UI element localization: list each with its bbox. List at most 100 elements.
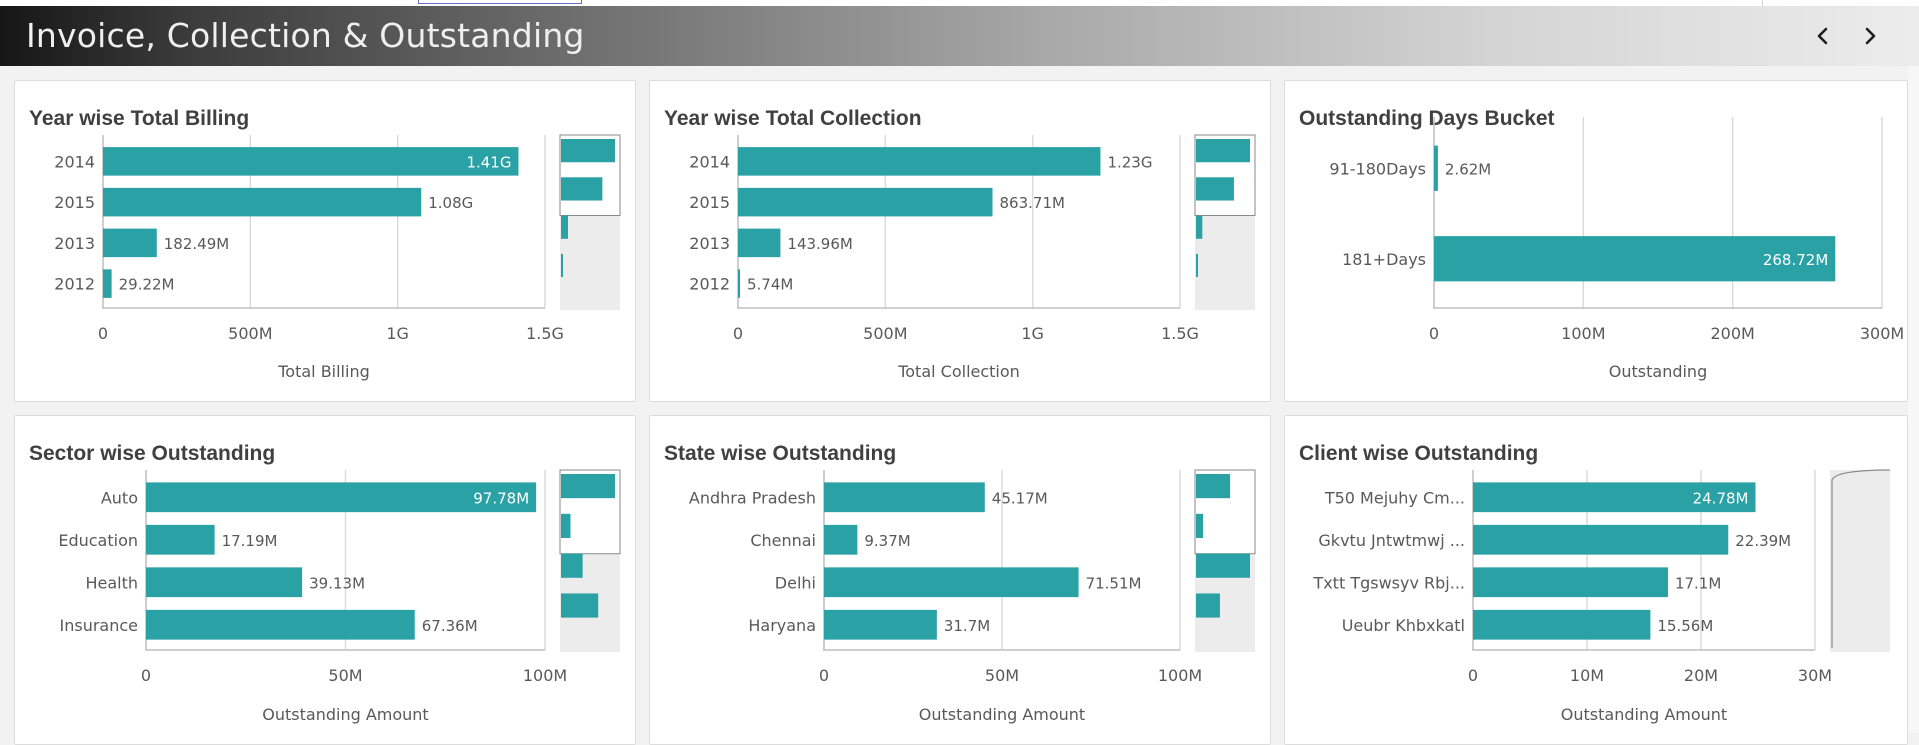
minichart-bar: [1196, 253, 1198, 278]
bar: [146, 524, 215, 555]
x-axis-title: Outstanding Amount: [1561, 705, 1727, 724]
chevron-right-icon: [1865, 27, 1876, 45]
value-label: 1.23G: [1107, 153, 1152, 171]
bar-chart: 0 500M 1G 1.5G 2014 1.41G 2015 1.08G 2013 182.49M…: [54, 134, 621, 381]
sheet-header: Invoice, Collection & Outstanding: [0, 6, 1919, 66]
x-tick-label: 500M: [863, 324, 907, 343]
bar: [1473, 609, 1651, 640]
minichart-bar: [1196, 553, 1250, 578]
bar: [103, 147, 519, 176]
x-axis-title: Total Collection: [897, 362, 1020, 381]
category-label: Health: [85, 573, 138, 592]
minichart-bar: [561, 177, 603, 201]
x-tick-label: 50M: [328, 666, 362, 685]
x-tick-label: 1.5G: [526, 324, 564, 343]
x-tick-label: 1G: [386, 324, 409, 343]
value-label: 143.96M: [787, 235, 852, 253]
category-label: Education: [58, 531, 138, 550]
minichart-window: [1830, 470, 1890, 652]
bar: [103, 187, 422, 217]
x-axis-title: Outstanding: [1609, 362, 1707, 381]
bar: [738, 147, 1101, 176]
minichart-bar: [561, 513, 571, 538]
previous-sheet-button[interactable]: [1805, 18, 1841, 54]
value-label: 1.08G: [428, 194, 473, 212]
category-label: 2015: [689, 193, 730, 212]
bar-chart: 0 100M 200M 300M 91-180Days 2.62M 181+Days 268.…: [1329, 117, 1904, 381]
x-tick-label: 100M: [523, 666, 567, 685]
minichart-bar: [1196, 139, 1250, 163]
value-label: 31.7M: [944, 617, 990, 635]
bar: [738, 228, 781, 258]
bar: [1473, 567, 1668, 598]
minichart-bar: [1196, 474, 1231, 499]
chevron-left-icon: [1817, 27, 1828, 45]
x-tick-label: 20M: [1684, 666, 1718, 685]
x-tick-label: 300M: [1860, 324, 1904, 343]
minichart-bar: [561, 593, 599, 618]
bar: [103, 269, 112, 298]
chart-card-billing[interactable]: Year wise Total Billing 0 500M 1G 1.5G 2014 1…: [14, 80, 636, 402]
x-tick-label: 0: [98, 324, 108, 343]
category-label: 181+Days: [1342, 250, 1426, 269]
bar: [1473, 524, 1729, 555]
bar-chart: 0 500M 1G 1.5G 2014 1.23G 2015 863.71M 2013 143.9…: [689, 134, 1256, 381]
value-label: 97.78M: [473, 489, 529, 507]
chart-card-client[interactable]: Client wise Outstanding 0 10M 20M 30M T50 Me…: [1284, 415, 1908, 745]
chart-card-outstanding-days-bucket[interactable]: Outstanding Days Bucket 0 100M 200M 300M 91-…: [1284, 80, 1908, 402]
category-label: 2014: [54, 152, 95, 171]
category-label: Txtt Tgswsyv Rbj...: [1312, 573, 1465, 592]
value-label: 5.74M: [747, 276, 793, 294]
bar-chart: 0 50M 100M Auto 97.78M Education 17.19M Health 3…: [58, 469, 621, 724]
value-label: 2.62M: [1445, 160, 1491, 178]
value-label: 39.13M: [309, 574, 365, 592]
minichart-bar: [1196, 513, 1204, 538]
x-tick-label: 100M: [1158, 666, 1202, 685]
value-label: 15.56M: [1657, 617, 1713, 635]
category-label: Delhi: [775, 573, 816, 592]
category-label: 2013: [54, 234, 95, 253]
category-label: Haryana: [748, 616, 816, 635]
bar: [146, 609, 415, 640]
value-label: 9.37M: [864, 532, 910, 550]
bar: [738, 269, 740, 298]
bar: [738, 187, 993, 217]
minichart-bar: [561, 553, 583, 578]
value-label: 67.36M: [422, 617, 478, 635]
next-sheet-button[interactable]: [1852, 18, 1888, 54]
x-tick-label: 0: [1468, 666, 1478, 685]
minichart-bar: [561, 253, 563, 278]
category-label: 91-180Days: [1329, 159, 1426, 178]
value-label: 1.41G: [466, 153, 511, 171]
value-label: 268.72M: [1763, 251, 1828, 269]
chart-card-state[interactable]: State wise Outstanding 0 50M 100M Andhra Pr…: [649, 415, 1271, 745]
x-tick-label: 30M: [1798, 666, 1832, 685]
category-label: T50 Mejuhy Cm...: [1324, 488, 1465, 507]
x-tick-label: 0: [141, 666, 151, 685]
chart-card-collection[interactable]: Year wise Total Collection 0 500M 1G 1.5G 20…: [649, 80, 1271, 402]
category-label: Ueubr Khbxkatl: [1342, 616, 1465, 635]
bar: [146, 567, 303, 598]
category-label: 2014: [689, 152, 730, 171]
bar-chart: 0 50M 100M Andhra Pradesh 45.17M Chennai 9.37M…: [689, 469, 1256, 724]
x-tick-label: 10M: [1570, 666, 1604, 685]
category-label: Auto: [101, 488, 138, 507]
x-axis-title: Total Billing: [277, 362, 370, 381]
x-tick-label: 0: [819, 666, 829, 685]
bar: [824, 482, 985, 513]
x-axis-title: Outstanding Amount: [919, 705, 1085, 724]
bar: [824, 609, 937, 640]
value-label: 182.49M: [164, 235, 229, 253]
category-label: Chennai: [750, 531, 816, 550]
x-tick-label: 0: [733, 324, 743, 343]
x-tick-label: 1G: [1021, 324, 1044, 343]
minichart-bar: [1196, 215, 1203, 239]
chart-card-sector[interactable]: Sector wise Outstanding 0 50M 100M Auto 97.7…: [14, 415, 636, 745]
x-tick-label: 50M: [985, 666, 1019, 685]
x-tick-label: 500M: [228, 324, 272, 343]
x-axis-title: Outstanding Amount: [262, 705, 428, 724]
category-label: 2015: [54, 193, 95, 212]
category-label: 2012: [54, 275, 95, 294]
value-label: 17.19M: [222, 532, 278, 550]
x-tick-label: 100M: [1561, 324, 1605, 343]
